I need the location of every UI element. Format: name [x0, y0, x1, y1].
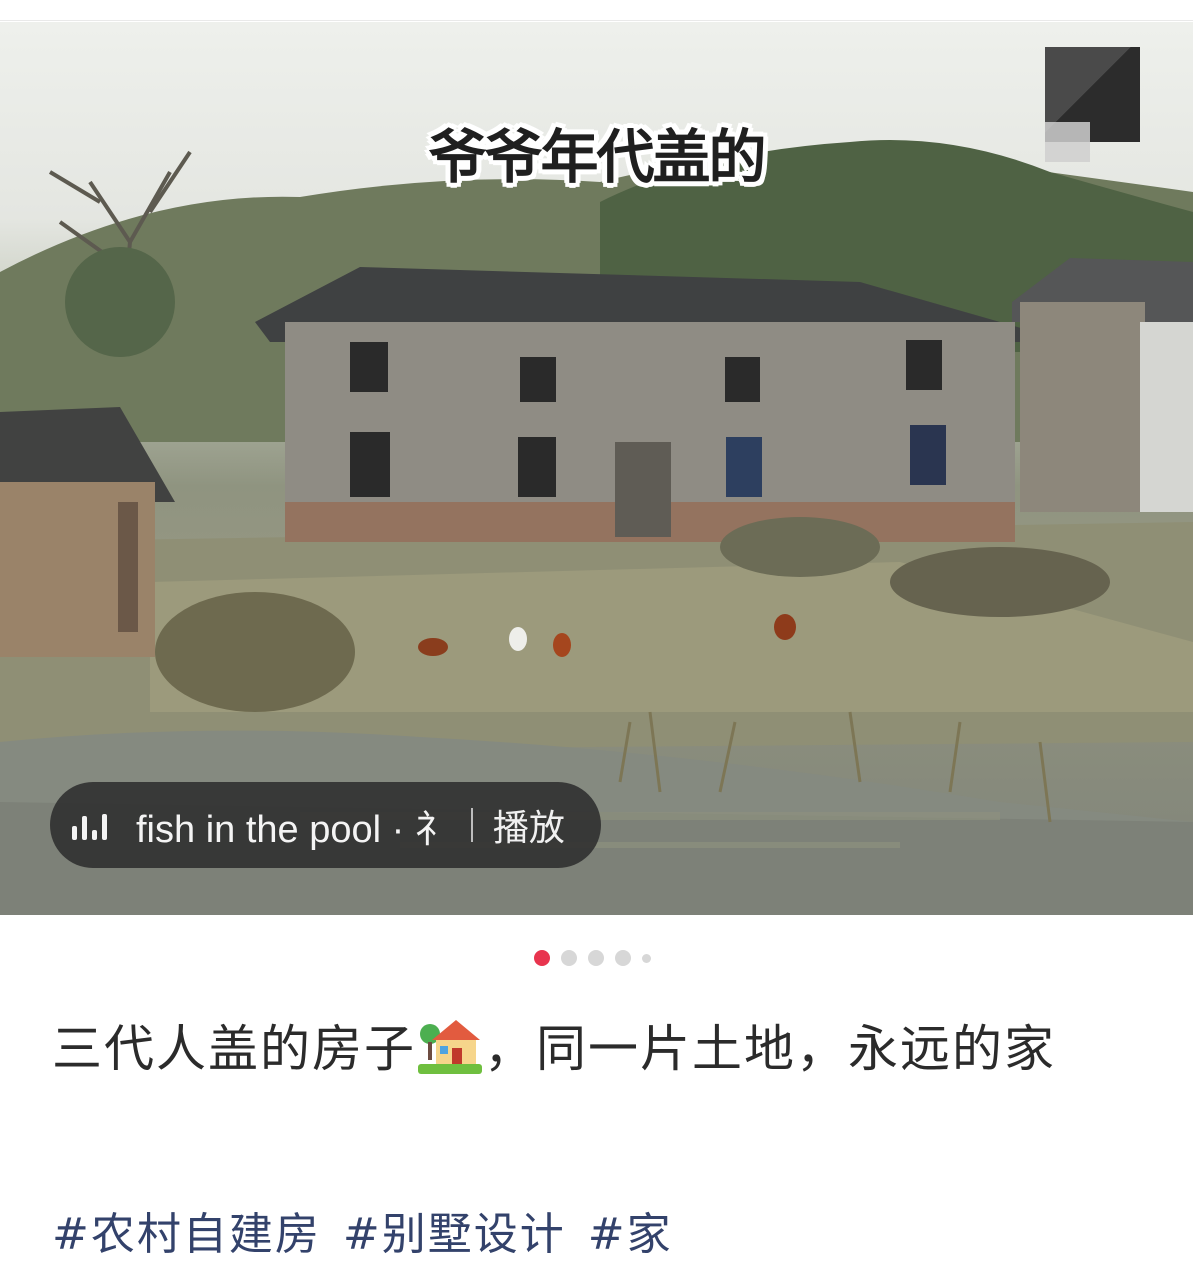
hashtag-list: #农村自建房 #别墅设计 #家 — [52, 1198, 673, 1262]
music-bars-icon — [72, 810, 114, 840]
post-title-part2: ，同一片土地，永远的家 — [484, 1020, 1056, 1078]
pager-dot-active[interactable] — [534, 950, 550, 966]
hashtag[interactable]: #家 — [588, 1198, 673, 1262]
top-divider — [0, 20, 1193, 21]
post-image[interactable]: 爷爷年代盖的 fish in the pool · 礻 播放 — [0, 22, 1193, 915]
music-play-button[interactable]: 播放 — [493, 799, 565, 851]
hashtag[interactable]: #别墅设计 — [343, 1198, 566, 1262]
post-title-part1: 三代人盖的房子 — [52, 1020, 416, 1078]
pager-dot[interactable] — [561, 950, 577, 966]
music-chip[interactable]: fish in the pool · 礻 播放 — [50, 782, 601, 868]
video-caption: 爷爷年代盖的 — [428, 123, 766, 191]
hashtag[interactable]: #农村自建房 — [52, 1198, 321, 1262]
music-separator — [470, 808, 473, 842]
house-with-garden-icon — [418, 1020, 482, 1074]
pager-dot[interactable] — [588, 950, 604, 966]
pager-dot[interactable] — [615, 950, 631, 966]
image-pager — [534, 950, 651, 966]
music-title: fish in the pool · 礻 — [136, 808, 453, 851]
pager-dot[interactable] — [642, 953, 651, 963]
post-title: 三代人盖的房子 ，同一片土地，永远的家 — [52, 1008, 1132, 1090]
